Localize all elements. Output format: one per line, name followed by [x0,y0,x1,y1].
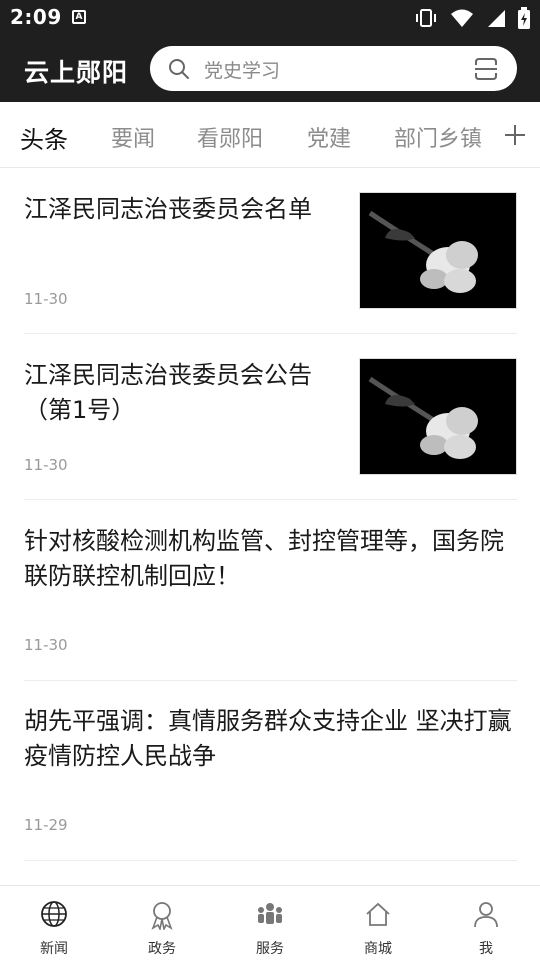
people-icon [258,903,282,924]
tab-important-news[interactable]: 要闻 [111,121,155,153]
nav-services[interactable]: 服务 [216,886,324,960]
nav-me[interactable]: 我 [432,886,540,960]
search-input[interactable]: 党史学习 [150,46,517,91]
nav-government[interactable]: 政务 [108,886,216,960]
app-title: 云上郧阳 [24,58,129,87]
ribbon-icon [151,902,173,930]
battery-icon [518,7,530,29]
news-date: 11-30 [24,290,68,308]
news-list: 江泽民同志治丧委员会名单 11-30 江泽民同志治丧委员会公告（第1号） 11-… [0,168,540,885]
category-tabs: 头条 要闻 看郧阳 党建 部门乡镇 [0,102,540,168]
news-date: 11-30 [24,456,68,474]
news-title: 针对核酸检测机构监管、封控管理等，国务院联防联控机制回应！ [24,527,504,590]
vibrate-icon [416,9,436,27]
tab-see-yunyang[interactable]: 看郧阳 [197,121,263,153]
scan-icon[interactable] [473,56,499,82]
nav-mall[interactable]: 商城 [324,886,432,960]
status-time: 2:09 [10,5,62,29]
nav-label: 我 [479,941,493,957]
news-title: 江泽民同志治丧委员会公告（第1号） [24,361,312,424]
search-icon [169,59,189,79]
plus-icon [505,125,525,145]
status-icons [414,7,530,29]
user-icon [474,902,498,928]
chrysanthemum-image [360,193,516,308]
news-thumbnail [359,358,517,475]
app-header: 云上郧阳 党史学习 [0,36,540,102]
news-date: 11-29 [24,816,68,834]
bottom-nav: 新闻 政务 服务 商城 我 [0,885,540,960]
signal-icon [488,10,505,27]
news-item[interactable]: 江泽民同志治丧委员会名单 11-30 [24,192,517,334]
tab-departments-towns[interactable]: 部门乡镇 [394,121,482,153]
search-placeholder: 党史学习 [204,60,281,82]
add-tab-button[interactable] [476,102,540,167]
nav-label: 政务 [148,941,176,957]
news-item[interactable]: 针对核酸检测机构监管、封控管理等，国务院联防联控机制回应！ 11-30 [24,524,517,681]
tab-headlines[interactable]: 头条 [20,120,68,155]
chrysanthemum-image [360,359,516,474]
news-date: 11-30 [24,636,68,654]
home-icon [366,902,390,926]
notification-icon: A [72,10,86,24]
nav-label: 服务 [256,941,284,957]
news-thumbnail [359,192,517,309]
nav-news[interactable]: 新闻 [0,886,108,960]
news-title: 江泽民同志治丧委员会名单 [24,195,312,223]
nav-label: 商城 [364,941,392,957]
tab-party-building[interactable]: 党建 [307,121,351,153]
news-title: 胡先平强调：真情服务群众支持企业 坚决打赢疫情防控人民战争 [24,707,512,770]
globe-icon [41,901,67,927]
nav-label: 新闻 [40,941,68,957]
news-item[interactable]: 江泽民同志治丧委员会公告（第1号） 11-30 [24,358,517,500]
status-bar: 2:09 A [0,0,540,36]
news-item[interactable]: 胡先平强调：真情服务群众支持企业 坚决打赢疫情防控人民战争 11-29 [24,704,517,861]
wifi-icon [451,9,473,27]
